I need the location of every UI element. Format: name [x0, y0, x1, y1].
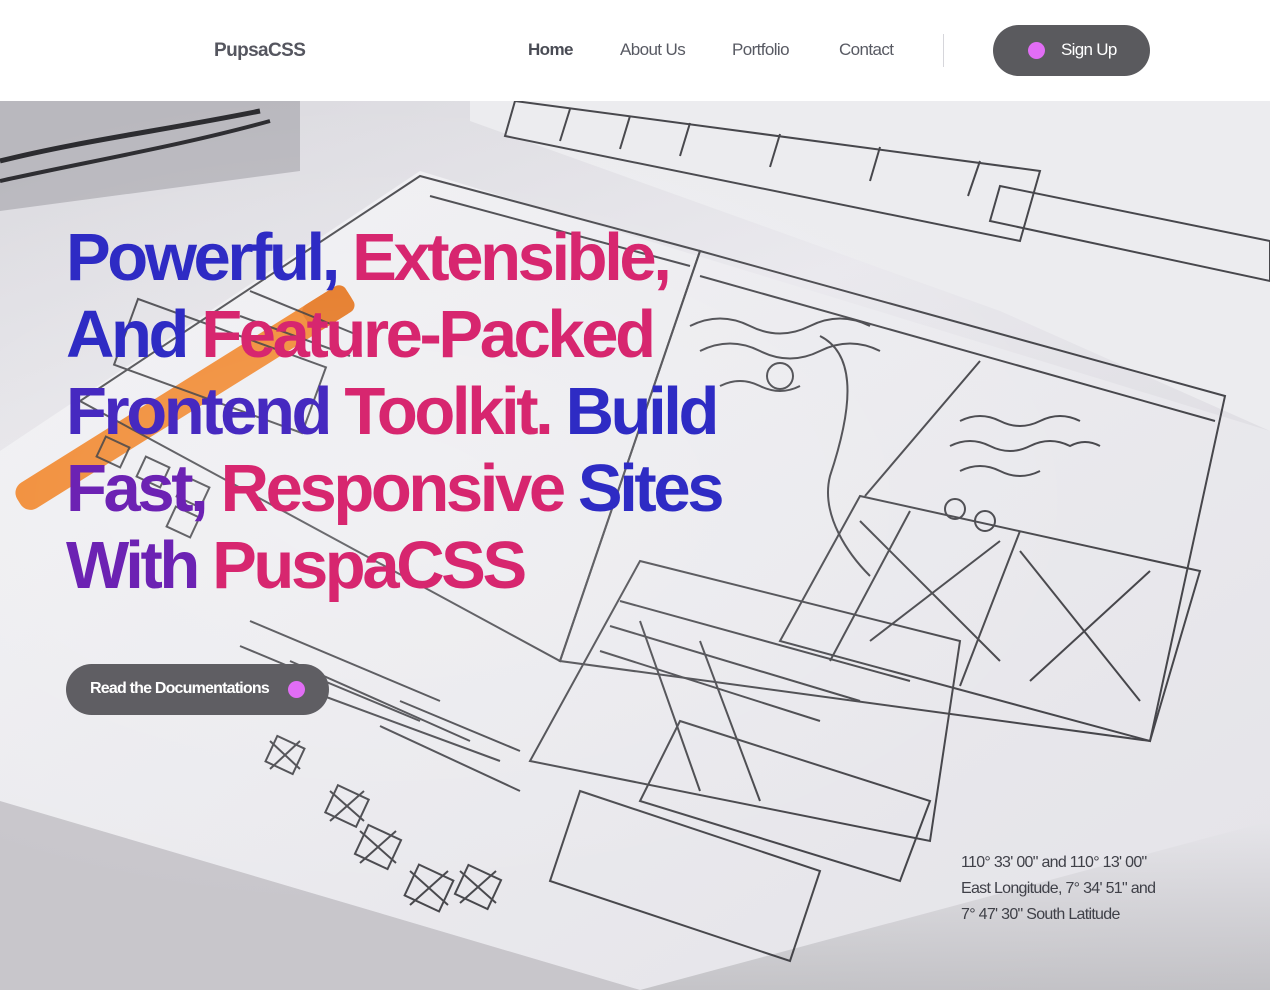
headline-line: And Feature-Packed	[66, 296, 766, 373]
headline-word: And	[66, 297, 189, 372]
site-header: PupsaCSS Home About Us Portfolio Contact…	[0, 0, 1270, 101]
read-documentation-label: Read the Documentations	[90, 680, 270, 697]
headline-line: Fast, Responsive Sites	[66, 450, 766, 527]
hero-section: Powerful, Extensible, And Feature-Packed…	[0, 101, 1270, 990]
nav-about-us[interactable]: About Us	[620, 40, 686, 60]
brand-logo[interactable]: PupsaCSS	[214, 40, 306, 62]
headline-line: With PuspaCSS	[66, 527, 766, 604]
headline-word: PuspaCSS	[212, 528, 527, 603]
coordinates-line: East Longitude, 7° 34' 51" and	[961, 880, 1156, 897]
dot-icon	[288, 681, 305, 698]
dot-icon	[1028, 42, 1045, 59]
headline-word: Feature-Packed	[201, 297, 656, 372]
sign-up-button[interactable]: Sign Up	[993, 25, 1150, 76]
coordinates-line: 7° 47' 30" South Latitude	[961, 906, 1120, 923]
headline-word: Frontend	[66, 374, 332, 449]
headline-line: Powerful, Extensible,	[66, 219, 766, 296]
nav-home[interactable]: Home	[528, 40, 573, 60]
headline-word: With	[66, 528, 200, 603]
coordinates-text: 110° 33' 00" and 110° 13' 00" East Longi…	[961, 850, 1191, 928]
headline-word: Powerful,	[66, 220, 340, 295]
nav-portfolio[interactable]: Portfolio	[732, 40, 790, 60]
headline-word: Sites	[577, 451, 725, 526]
coordinates-line: 110° 33' 00" and 110° 13' 00"	[961, 854, 1147, 871]
headline-line: Frontend Toolkit. Build	[66, 373, 766, 450]
headline-word: Build	[565, 374, 720, 449]
headline-word: Fast,	[66, 451, 209, 526]
hero-headline: Powerful, Extensible, And Feature-Packed…	[66, 219, 766, 604]
headline-word: Responsive	[220, 451, 566, 526]
read-documentation-button[interactable]: Read the Documentations	[66, 664, 329, 715]
headline-word: Toolkit.	[344, 374, 553, 449]
headline-word: Extensible,	[352, 220, 672, 295]
nav-divider	[943, 34, 944, 67]
nav-contact[interactable]: Contact	[839, 40, 894, 60]
sign-up-label: Sign Up	[1061, 40, 1117, 59]
